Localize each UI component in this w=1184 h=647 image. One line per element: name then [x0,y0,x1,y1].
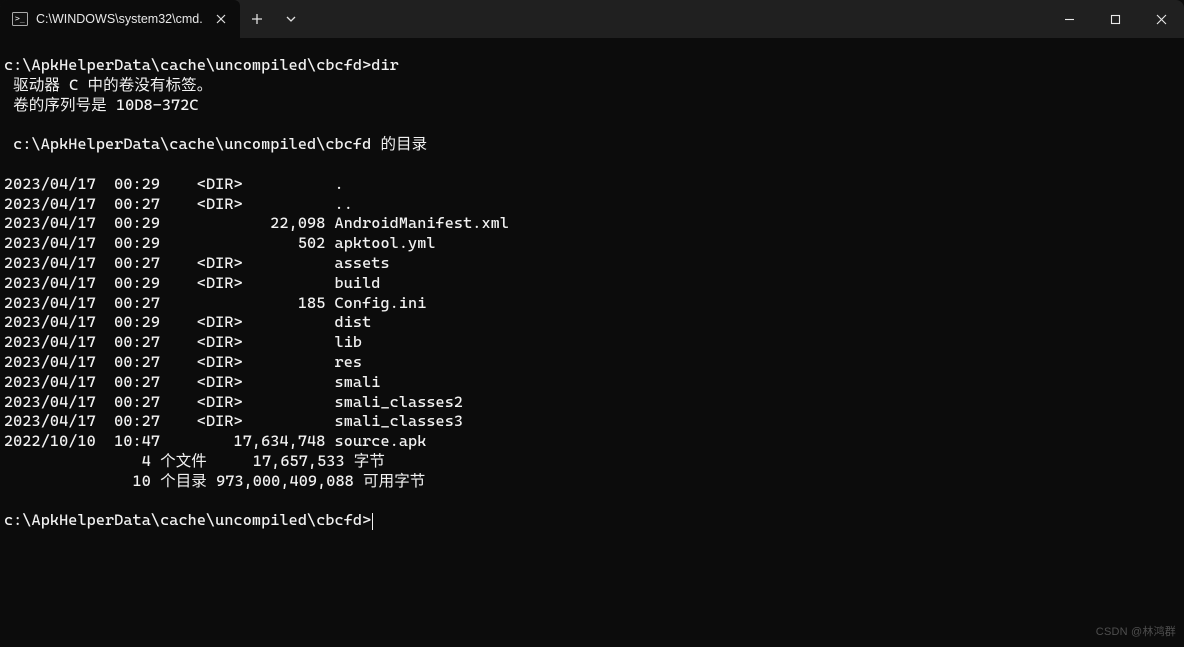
dir-entry: 2023/04/17 00:27 185 Config.ini [4,294,426,312]
maximize-button[interactable] [1092,0,1138,38]
dir-entry: 2023/04/17 00:29 <DIR> . [4,175,344,193]
tab-active[interactable]: >_ C:\WINDOWS\system32\cmd. [0,0,240,38]
command-text: dir [371,56,399,74]
terminal-output[interactable]: c:\ApkHelperData\cache\uncompiled\cbcfd>… [0,38,1184,647]
dir-entry: 2023/04/17 00:29 502 apktool.yml [4,234,436,252]
dir-entry: 2023/04/17 00:27 <DIR> lib [4,333,362,351]
dir-entry: 2023/04/17 00:29 22,098 AndroidManifest.… [4,214,509,232]
close-window-button[interactable] [1138,0,1184,38]
dir-entry: 2023/04/17 00:27 <DIR> smali_classes3 [4,412,463,430]
output-line: 卷的序列号是 10D8-372C [4,96,199,114]
summary-line: 4 个文件 17,657,533 字节 [4,452,385,470]
tab-title: C:\WINDOWS\system32\cmd. [36,12,204,26]
output-line: c:\ApkHelperData\cache\uncompiled\cbcfd … [4,135,427,153]
dir-entry: 2023/04/17 00:29 <DIR> dist [4,313,371,331]
svg-text:>_: >_ [15,14,25,23]
dir-entry: 2023/04/17 00:27 <DIR> smali [4,373,380,391]
new-tab-button[interactable] [240,0,274,38]
minimize-button[interactable] [1046,0,1092,38]
summary-line: 10 个目录 973,000,409,088 可用字节 [4,472,425,490]
watermark: CSDN @林鸿群 [1096,623,1176,643]
dir-entry: 2023/04/17 00:29 <DIR> build [4,274,380,292]
dir-entry: 2022/10/10 10:47 17,634,748 source.apk [4,432,426,450]
titlebar: >_ C:\WINDOWS\system32\cmd. [0,0,1184,38]
window-controls [1046,0,1184,38]
cursor [372,513,373,530]
dir-entry: 2023/04/17 00:27 <DIR> .. [4,195,353,213]
terminal-window: >_ C:\WINDOWS\system32\cmd. [0,0,1184,647]
output-line: 驱动器 C 中的卷没有标签。 [4,76,212,94]
titlebar-drag-area[interactable] [308,0,1046,38]
prompt: c:\ApkHelperData\cache\uncompiled\cbcfd> [4,56,371,74]
dir-entry: 2023/04/17 00:27 <DIR> res [4,353,362,371]
dir-entry: 2023/04/17 00:27 <DIR> assets [4,254,390,272]
dir-entry: 2023/04/17 00:27 <DIR> smali_classes2 [4,393,463,411]
prompt: c:\ApkHelperData\cache\uncompiled\cbcfd> [4,511,371,529]
cmd-icon: >_ [12,11,28,27]
tab-dropdown-button[interactable] [274,0,308,38]
tab-close-button[interactable] [212,10,230,28]
